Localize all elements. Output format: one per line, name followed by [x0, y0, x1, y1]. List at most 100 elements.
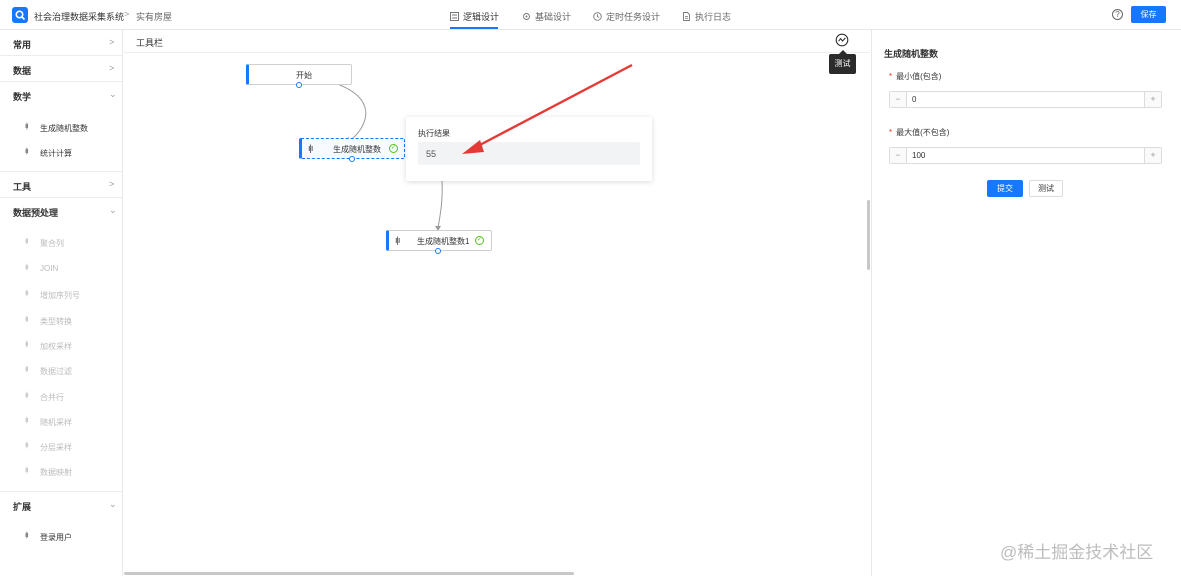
annotation-arrowhead — [462, 140, 484, 154]
sidebar-item-merge-rows[interactable]: ı|ı 合并行 — [0, 388, 122, 406]
component-icon: ı|ı — [25, 417, 29, 424]
help-icon[interactable]: ? — [1112, 9, 1123, 20]
panel-title: 生成随机整数 — [884, 49, 939, 59]
sidebar-item-label: 数据映射 — [40, 468, 72, 477]
component-icon: ı|ı — [25, 442, 29, 449]
submit-button[interactable]: 提交 — [987, 180, 1023, 197]
group-preprocess[interactable]: 数据预处理 ⌄ — [0, 198, 122, 224]
sidebar-item-label: 生成随机整数 — [40, 124, 88, 133]
sidebar-item-filter[interactable]: ı|ı 数据过滤 — [0, 362, 122, 380]
group-label: 常用 — [13, 40, 32, 50]
vertical-scrollbar[interactable] — [867, 200, 870, 270]
group-label: 数据 — [13, 66, 32, 76]
sidebar-item-random-sample[interactable]: ı|ı 随机采样 — [0, 413, 122, 431]
sidebar-item-label: 聚合列 — [40, 239, 64, 248]
group-common[interactable]: 常用 > — [0, 30, 122, 56]
breadcrumb-separator: > — [124, 9, 130, 19]
chevron-down-icon: ⌄ — [109, 205, 117, 215]
horizontal-scrollbar[interactable] — [124, 572, 574, 575]
annotation-layer — [462, 63, 633, 154]
group-label: 扩展 — [13, 502, 32, 512]
sidebar-item-weighted-sample[interactable]: ı|ı 加权采样 — [0, 337, 122, 355]
max-field-label: * 最大值(不包含) — [889, 127, 949, 138]
tab-execution-log[interactable]: 执行日志 — [682, 10, 731, 23]
component-icon: ı|ı — [25, 532, 29, 539]
chevron-down-icon: ⌄ — [109, 499, 117, 509]
flow-icon — [450, 12, 459, 21]
breadcrumb-current[interactable]: 实有房屋 — [136, 10, 172, 23]
required-mark: * — [889, 72, 893, 81]
sidebar-item-label: 合并行 — [40, 393, 64, 402]
component-icon: ı|ı — [25, 290, 29, 297]
chevron-down-icon: ⌄ — [109, 89, 117, 99]
sidebar-item-type-convert[interactable]: ı|ı 类型转换 — [0, 312, 122, 330]
test-button[interactable]: 测试 — [1029, 180, 1063, 197]
sidebar-item-label: JOIN — [40, 264, 59, 273]
component-icon: ı|ı — [25, 366, 29, 373]
max-value-stepper: − + — [889, 147, 1162, 164]
required-mark: * — [889, 128, 893, 137]
max-value-input[interactable] — [912, 151, 1112, 160]
group-label: 工具 — [13, 182, 32, 192]
tab-label: 定时任务设计 — [606, 12, 661, 22]
min-label-text: 最小值(包含) — [896, 72, 942, 81]
properties-panel: 生成随机整数 *最小值(包含) − + *最大值(不包含) − + 提交 测试 — [871, 30, 1181, 576]
group-math[interactable]: 数学 ⌄ — [0, 82, 122, 108]
group-label: 数学 — [13, 92, 32, 102]
app-title: 社会治理数据采集系统 — [34, 12, 125, 22]
increment-button[interactable]: + — [1144, 148, 1161, 163]
sidebar-item-aggregate[interactable]: ı|ı 聚合列 — [0, 234, 122, 252]
tab-basic-design[interactable]: 基础设计 — [522, 10, 571, 23]
group-extend[interactable]: 扩展 ⌄ — [0, 492, 122, 518]
min-value-input[interactable] — [912, 95, 1112, 104]
sidebar-item-label: 统计计算 — [40, 149, 72, 158]
group-tools[interactable]: 工具 > — [0, 172, 122, 198]
save-button[interactable]: 保存 — [1131, 6, 1166, 23]
top-header: 社会治理数据采集系统 > 实有房屋 逻辑设计 基础设计 定时任务设计 执行日志 … — [0, 0, 1181, 30]
document-icon — [683, 12, 690, 21]
sidebar-item-label: 登录用户 — [40, 533, 72, 542]
component-icon: ı|ı — [25, 467, 29, 474]
tab-schedule-design[interactable]: 定时任务设计 — [593, 10, 660, 23]
sidebar-item-label: 数据过滤 — [40, 367, 72, 376]
sidebar-item-join[interactable]: ı|ı JOIN — [0, 260, 122, 278]
chevron-right-icon: > — [109, 63, 115, 73]
component-icon: ı|ı — [25, 316, 29, 323]
component-sidebar: 常用 > 数据 > 数学 ⌄ ı|ı 生成随机整数 ı|ı 统计计算 工具 > … — [0, 30, 123, 576]
group-data[interactable]: 数据 > — [0, 56, 122, 82]
sidebar-item-login-user[interactable]: ı|ı 登录用户 — [0, 528, 122, 546]
sidebar-item-label: 增加序列号 — [40, 291, 80, 300]
min-value-stepper: − + — [889, 91, 1162, 108]
annotation-arrow-line — [475, 63, 633, 149]
tab-label: 基础设计 — [535, 12, 572, 22]
component-icon: ı|ı — [25, 123, 29, 130]
sidebar-item-label: 加权采样 — [40, 342, 72, 351]
component-icon: ı|ı — [25, 392, 29, 399]
sidebar-item-data-mapping[interactable]: ı|ı 数据映射 — [0, 463, 122, 481]
min-field-label: * 最小值(包含) — [889, 71, 941, 82]
decrement-button[interactable]: − — [890, 148, 907, 163]
component-icon: ı|ı — [25, 341, 29, 348]
sidebar-item-stratified-sample[interactable]: ı|ı 分层采样 — [0, 438, 122, 456]
group-label: 数据预处理 — [13, 208, 59, 218]
max-label-text: 最大值(不包含) — [896, 128, 950, 137]
tab-logic-design[interactable]: 逻辑设计 — [450, 10, 499, 23]
sidebar-item-label: 类型转换 — [40, 317, 72, 326]
component-icon: ı|ı — [25, 238, 29, 245]
component-icon: ı|ı — [25, 148, 29, 155]
decrement-button[interactable]: − — [890, 92, 907, 107]
tab-label: 执行日志 — [695, 12, 732, 22]
chevron-right-icon: > — [109, 37, 115, 47]
sidebar-item-statistics[interactable]: ı|ı 统计计算 — [0, 144, 122, 162]
component-icon: ı|ı — [25, 264, 29, 271]
tab-label: 逻辑设计 — [463, 12, 500, 22]
sidebar-item-serial[interactable]: ı|ı 增加序列号 — [0, 286, 122, 304]
app-logo-icon — [12, 7, 28, 23]
watermark: @稀土掘金技术社区 — [1000, 543, 1154, 562]
clock-icon — [593, 12, 602, 21]
sidebar-item-label: 随机采样 — [40, 418, 72, 427]
sidebar-item-random-int[interactable]: ı|ı 生成随机整数 — [0, 119, 122, 137]
active-tab-indicator — [450, 27, 498, 29]
increment-button[interactable]: + — [1144, 92, 1161, 107]
flow-canvas[interactable]: 工具栏 测试 开始 ı|ı 生成随机整数 ✓ ı|ı 生成随机整数1 ✓ 执行结… — [124, 30, 870, 576]
